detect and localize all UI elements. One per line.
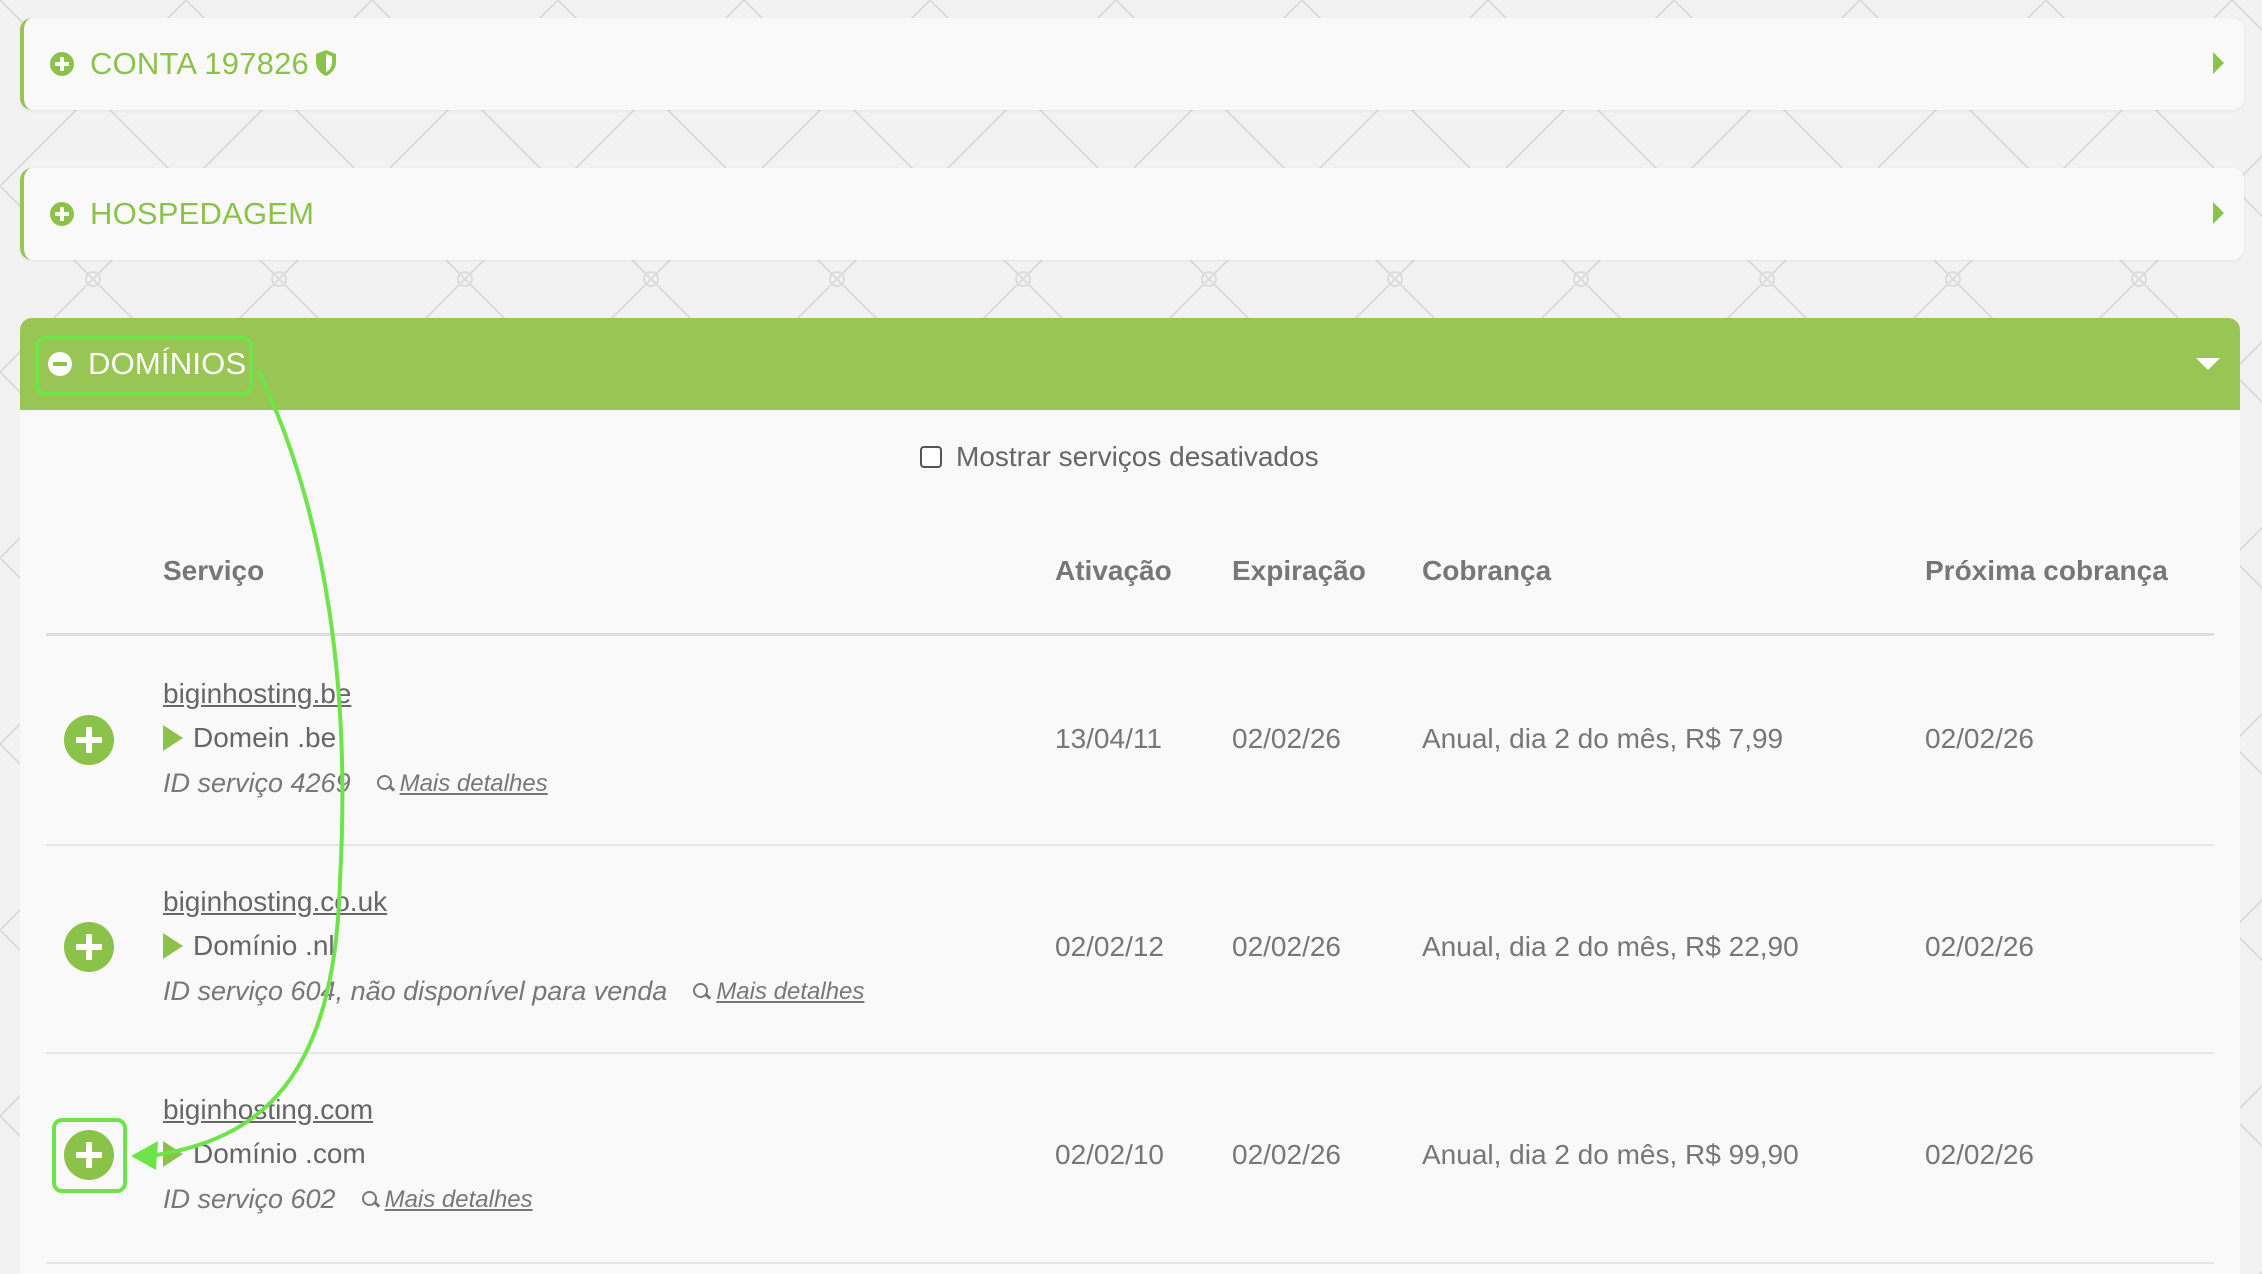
show-disabled-filter[interactable]: Mostrar serviços desativados — [920, 440, 1319, 474]
header-ativacao: Ativação — [1055, 555, 1172, 586]
annotation-highlight-expand-button — [52, 1118, 127, 1193]
play-icon — [163, 933, 183, 959]
details-link[interactable]: Mais detalhes — [693, 978, 864, 1006]
plus-circle-icon — [50, 202, 74, 226]
product-name: Domínio .nl — [193, 930, 335, 961]
caret-right-icon — [2213, 52, 2224, 74]
billing-info: Anual, dia 2 do mês, R$ 7,99 — [1422, 723, 1784, 754]
play-icon — [163, 1141, 183, 1167]
shield-icon — [316, 50, 336, 76]
next-billing-date: 02/02/26 — [1925, 723, 2034, 754]
billing-info: Anual, dia 2 do mês, R$ 22,90 — [1422, 931, 1799, 962]
details-label: Mais detalhes — [384, 1185, 533, 1213]
domain-link[interactable]: biginhosting.be — [163, 678, 351, 710]
service-id: ID serviço 4269 — [163, 768, 351, 798]
details-label: Mais detalhes — [716, 977, 865, 1005]
expiration-date: 02/02/26 — [1232, 931, 1341, 962]
checkbox-icon[interactable] — [920, 446, 942, 468]
header-cobranca: Cobrança — [1422, 555, 1552, 586]
product-line: Domein .be — [163, 722, 336, 754]
service-id: ID serviço 602 — [163, 1184, 336, 1214]
row-divider — [46, 1262, 2214, 1264]
table-row: biginhosting.com Domínio .com ID serviço… — [20, 1054, 2240, 1262]
next-billing-date: 02/02/26 — [1925, 1139, 2034, 1170]
activation-date: 02/02/10 — [1055, 1139, 1164, 1170]
plus-circle-icon — [50, 52, 74, 76]
billing-info: Anual, dia 2 do mês, R$ 99,90 — [1422, 1139, 1799, 1170]
details-link[interactable]: Mais detalhes — [376, 769, 548, 798]
details-link[interactable]: Mais detalhes — [361, 1185, 533, 1214]
panel-hospedagem-title: HOSPEDAGEM — [90, 196, 315, 231]
header-servico: Serviço — [163, 555, 265, 586]
domain-link[interactable]: biginhosting.co.uk — [163, 886, 387, 918]
service-id-line: ID serviço 602 Mais detalhes — [163, 1184, 533, 1215]
show-disabled-label: Mostrar serviços desativados — [956, 441, 1319, 472]
header-proxima-cobranca: Próxima cobrança — [1925, 555, 2168, 586]
table-row: biginhosting.co.uk Domínio .nl ID serviç… — [20, 846, 2240, 1054]
zoom-in-icon — [376, 775, 395, 792]
service-id: ID serviço 604, não disponível para vend… — [163, 976, 668, 1006]
details-label: Mais detalhes — [399, 769, 548, 797]
header-expiracao: Expiração — [1232, 555, 1366, 586]
next-billing-date: 02/02/26 — [1925, 931, 2034, 962]
plus-circle-icon[interactable] — [64, 922, 114, 972]
service-id-line: ID serviço 604, não disponível para vend… — [163, 976, 864, 1007]
domains-panel-body: Mostrar serviços desativados Serviço Ati… — [20, 410, 2240, 1274]
panel-hospedagem[interactable]: HOSPEDAGEM — [20, 168, 2244, 260]
caret-down-icon — [2196, 358, 2220, 370]
product-line: Domínio .nl — [163, 930, 335, 962]
panel-dominios-header[interactable]: DOMÍNIOS — [20, 318, 2240, 410]
plus-circle-icon[interactable] — [64, 715, 114, 765]
expiration-date: 02/02/26 — [1232, 1139, 1341, 1170]
table-row: biginhosting.be Domein .be ID serviço 42… — [20, 636, 2240, 844]
zoom-in-icon — [361, 1191, 380, 1208]
panel-conta-title: CONTA 197826 — [90, 46, 309, 81]
annotation-highlight-dominios — [35, 336, 253, 396]
zoom-in-icon — [693, 983, 712, 1000]
expiration-date: 02/02/26 — [1232, 723, 1341, 754]
play-icon — [163, 725, 183, 751]
service-id-line: ID serviço 4269 Mais detalhes — [163, 768, 548, 799]
domain-link[interactable]: biginhosting.com — [163, 1094, 373, 1126]
caret-right-icon — [2213, 202, 2224, 224]
panel-conta[interactable]: CONTA 197826 — [20, 18, 2244, 110]
product-name: Domínio .com — [193, 1138, 366, 1169]
activation-date: 02/02/12 — [1055, 931, 1164, 962]
product-name: Domein .be — [193, 722, 337, 753]
product-line: Domínio .com — [163, 1138, 366, 1170]
activation-date: 13/04/11 — [1055, 723, 1162, 754]
